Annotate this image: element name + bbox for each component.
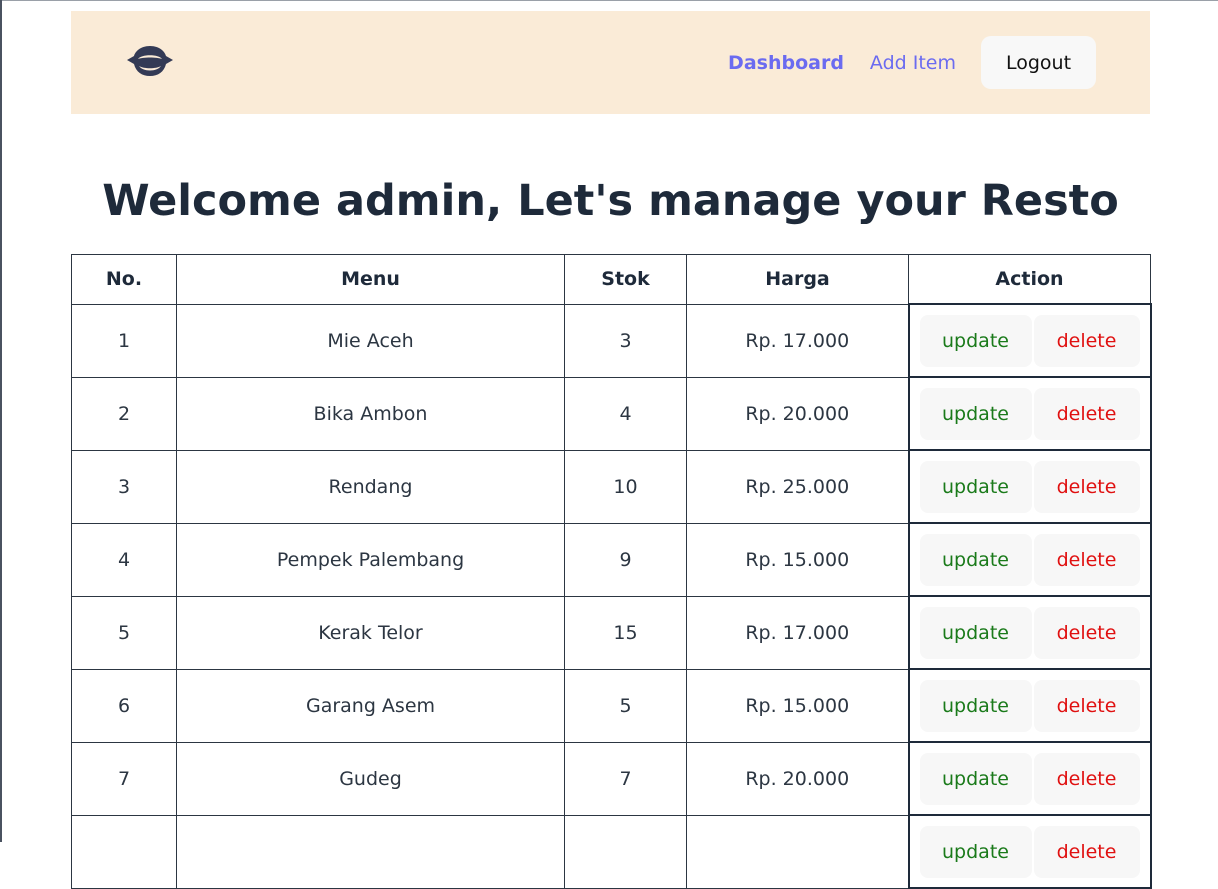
cell-stok: 5 xyxy=(564,668,687,743)
row-actions: update delete xyxy=(910,606,1150,659)
logout-button[interactable]: Logout xyxy=(981,36,1096,89)
cell-harga: Rp. 25.000 xyxy=(686,449,909,524)
cell-stok xyxy=(564,814,687,889)
row-actions: update delete xyxy=(910,825,1150,878)
cell-harga: Rp. 15.000 xyxy=(686,522,909,597)
nav-links: Dashboard Add Item Logout xyxy=(702,36,1096,89)
table-body: 1 Mie Aceh 3 Rp. 17.000 update delete 2 Bika Am… xyxy=(71,303,1152,889)
cell-action: update delete xyxy=(907,522,1152,597)
cell-menu: Kerak Telor xyxy=(176,595,565,670)
cell-no: 1 xyxy=(71,303,177,378)
cell-stok: 3 xyxy=(564,303,687,378)
cell-action: update delete xyxy=(907,814,1152,889)
menu-table: No. Menu Stok Harga Action 1 Mie Aceh 3 Rp.… xyxy=(71,254,1152,889)
cell-menu: Garang Asem xyxy=(176,668,565,743)
row-actions: update delete xyxy=(910,460,1150,513)
ufo-bowl-icon[interactable] xyxy=(125,42,175,80)
delete-button[interactable]: delete xyxy=(1033,314,1140,367)
nav-link-add-item[interactable]: Add Item xyxy=(870,52,956,74)
navbar: Dashboard Add Item Logout xyxy=(71,11,1150,114)
cell-stok: 15 xyxy=(564,595,687,670)
header-harga: Harga xyxy=(686,254,909,305)
delete-button[interactable]: delete xyxy=(1033,752,1140,805)
delete-button[interactable]: delete xyxy=(1033,825,1140,878)
cell-harga: Rp. 15.000 xyxy=(686,668,909,743)
page-title: Welcome admin, Let's manage your Resto xyxy=(102,176,1119,226)
cell-no: 6 xyxy=(71,668,177,743)
table-header-row: No. Menu Stok Harga Action xyxy=(71,254,1151,305)
row-actions: update delete xyxy=(910,752,1150,805)
cell-menu: Bika Ambon xyxy=(176,376,565,451)
window-top-border xyxy=(0,0,1218,1)
cell-menu: Pempek Palembang xyxy=(176,522,565,597)
delete-button[interactable]: delete xyxy=(1033,606,1140,659)
cell-action: update delete xyxy=(907,303,1152,378)
cell-menu: Mie Aceh xyxy=(176,303,565,378)
cell-stok: 7 xyxy=(564,741,687,816)
cell-no: 2 xyxy=(71,376,177,451)
table-row: 4 Pempek Palembang 9 Rp. 15.000 update delete xyxy=(71,522,1152,597)
update-button[interactable]: update xyxy=(919,825,1032,878)
update-button[interactable]: update xyxy=(919,533,1032,586)
table-row: 7 Gudeg 7 Rp. 20.000 update delete xyxy=(71,741,1152,816)
cell-no xyxy=(71,814,177,889)
update-button[interactable]: update xyxy=(919,679,1032,732)
nav-link-dashboard[interactable]: Dashboard xyxy=(728,52,844,74)
cell-no: 3 xyxy=(71,449,177,524)
cell-action: update delete xyxy=(907,449,1152,524)
table-row: 6 Garang Asem 5 Rp. 15.000 update delete xyxy=(71,668,1152,743)
window-left-border xyxy=(0,0,2,842)
header-menu: Menu xyxy=(176,254,565,305)
cell-harga: Rp. 20.000 xyxy=(686,376,909,451)
cell-menu xyxy=(176,814,565,889)
cell-action: update delete xyxy=(907,595,1152,670)
table-row: 1 Mie Aceh 3 Rp. 17.000 update delete xyxy=(71,303,1152,378)
table-row: update delete xyxy=(71,814,1152,889)
table-row: 2 Bika Ambon 4 Rp. 20.000 update delete xyxy=(71,376,1152,451)
row-actions: update delete xyxy=(910,387,1150,440)
header-action: Action xyxy=(908,254,1151,305)
delete-button[interactable]: delete xyxy=(1033,679,1140,732)
cell-action: update delete xyxy=(907,668,1152,743)
header-stok: Stok xyxy=(564,254,687,305)
cell-harga xyxy=(686,814,909,889)
cell-stok: 10 xyxy=(564,449,687,524)
cell-no: 5 xyxy=(71,595,177,670)
cell-action: update delete xyxy=(907,376,1152,451)
cell-harga: Rp. 20.000 xyxy=(686,741,909,816)
row-actions: update delete xyxy=(910,314,1150,367)
cell-harga: Rp. 17.000 xyxy=(686,595,909,670)
cell-menu: Gudeg xyxy=(176,741,565,816)
header-no: No. xyxy=(71,254,177,305)
row-actions: update delete xyxy=(910,533,1150,586)
cell-harga: Rp. 17.000 xyxy=(686,303,909,378)
cell-action: update delete xyxy=(907,741,1152,816)
cell-stok: 4 xyxy=(564,376,687,451)
update-button[interactable]: update xyxy=(919,606,1032,659)
update-button[interactable]: update xyxy=(919,460,1032,513)
table-row: 5 Kerak Telor 15 Rp. 17.000 update delete xyxy=(71,595,1152,670)
update-button[interactable]: update xyxy=(919,387,1032,440)
delete-button[interactable]: delete xyxy=(1033,387,1140,440)
update-button[interactable]: update xyxy=(919,752,1032,805)
cell-no: 7 xyxy=(71,741,177,816)
cell-menu: Rendang xyxy=(176,449,565,524)
delete-button[interactable]: delete xyxy=(1033,533,1140,586)
cell-stok: 9 xyxy=(564,522,687,597)
table-row: 3 Rendang 10 Rp. 25.000 update delete xyxy=(71,449,1152,524)
cell-no: 4 xyxy=(71,522,177,597)
row-actions: update delete xyxy=(910,679,1150,732)
update-button[interactable]: update xyxy=(919,314,1032,367)
delete-button[interactable]: delete xyxy=(1033,460,1140,513)
